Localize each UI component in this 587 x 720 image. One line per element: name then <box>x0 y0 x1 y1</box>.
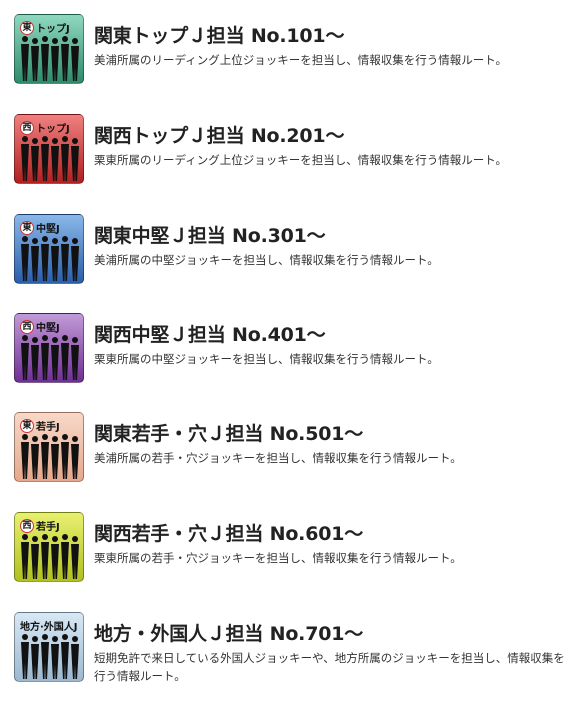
route-description: 美浦所属の若手・穴ジョッキーを担当し、情報収集を行う情報ルート。 <box>94 451 462 465</box>
jockey-silhouettes-icon <box>21 634 79 679</box>
route-description: 栗東所属のリーディング上位ジョッキーを担当し、情報収集を行う情報ルート。 <box>94 153 507 167</box>
route-item[interactable]: 東トップJ 関東トップＪ担当 No.101～ 美浦所属のリーディング上位ジョッキーを… <box>14 14 587 94</box>
jockey-silhouettes-icon <box>21 335 79 380</box>
route-description: 美浦所属のリーディング上位ジョッキーを担当し、情報収集を行う情報ルート。 <box>94 53 507 67</box>
route-title[interactable]: 関東中堅Ｊ担当 No.301～ <box>94 221 326 248</box>
route-title[interactable]: 関東トップＪ担当 No.101～ <box>94 21 344 48</box>
route-thumbnail-icon[interactable]: 西トップJ <box>14 114 84 184</box>
route-item[interactable]: 西トップJ 関西トップＪ担当 No.201～ 栗東所属のリーディング上位ジョッキーを… <box>14 114 587 194</box>
route-description: 美浦所属の中堅ジョッキーを担当し、情報収集を行う情報ルート。 <box>94 253 439 267</box>
route-thumbnail-icon[interactable]: 地方·外国人J <box>14 612 84 682</box>
route-description: 栗東所属の中堅ジョッキーを担当し、情報収集を行う情報ルート。 <box>94 352 439 366</box>
jockey-silhouettes-icon <box>21 534 79 579</box>
route-thumbnail-icon[interactable]: 東トップJ <box>14 14 84 84</box>
route-title[interactable]: 関西中堅Ｊ担当 No.401～ <box>94 320 326 347</box>
route-item[interactable]: 西若手J 関西若手・穴Ｊ担当 No.601～ 栗東所属の若手・穴ジョッキーを担当し、… <box>14 512 587 592</box>
route-item[interactable]: 東中堅J 関東中堅Ｊ担当 No.301～ 美浦所属の中堅ジョッキーを担当し、情報収集… <box>14 214 587 294</box>
route-description: 栗東所属の若手・穴ジョッキーを担当し、情報収集を行う情報ルート。 <box>94 551 462 565</box>
route-thumbnail-icon[interactable]: 西若手J <box>14 512 84 582</box>
jockey-silhouettes-icon <box>21 136 79 181</box>
route-item[interactable]: 地方·外国人J 地方・外国人Ｊ担当 No.701～ 短期免許で来日している外国人ジョ… <box>14 612 587 692</box>
route-title[interactable]: 関西若手・穴Ｊ担当 No.601～ <box>94 519 363 546</box>
route-item[interactable]: 東若手J 関東若手・穴Ｊ担当 No.501～ 美浦所属の若手・穴ジョッキーを担当し、… <box>14 412 587 492</box>
route-thumbnail-icon[interactable]: 西中堅J <box>14 313 84 383</box>
jockey-silhouettes-icon <box>21 36 79 81</box>
route-item[interactable]: 西中堅J 関西中堅Ｊ担当 No.401～ 栗東所属の中堅ジョッキーを担当し、情報収集… <box>14 313 587 393</box>
route-thumbnail-icon[interactable]: 東中堅J <box>14 214 84 284</box>
route-description: 短期免許で来日している外国人ジョッキーや、地方所属のジョッキーを担当し、情報収集… <box>94 651 565 683</box>
route-list: 東トップJ 関東トップＪ担当 No.101～ 美浦所属のリーディング上位ジョッキーを… <box>0 0 587 720</box>
jockey-silhouettes-icon <box>21 434 79 479</box>
route-title[interactable]: 関西トップＪ担当 No.201～ <box>94 121 344 148</box>
jockey-silhouettes-icon <box>21 236 79 281</box>
route-title[interactable]: 関東若手・穴Ｊ担当 No.501～ <box>94 419 363 446</box>
route-title[interactable]: 地方・外国人Ｊ担当 No.701～ <box>94 619 363 646</box>
route-thumbnail-icon[interactable]: 東若手J <box>14 412 84 482</box>
